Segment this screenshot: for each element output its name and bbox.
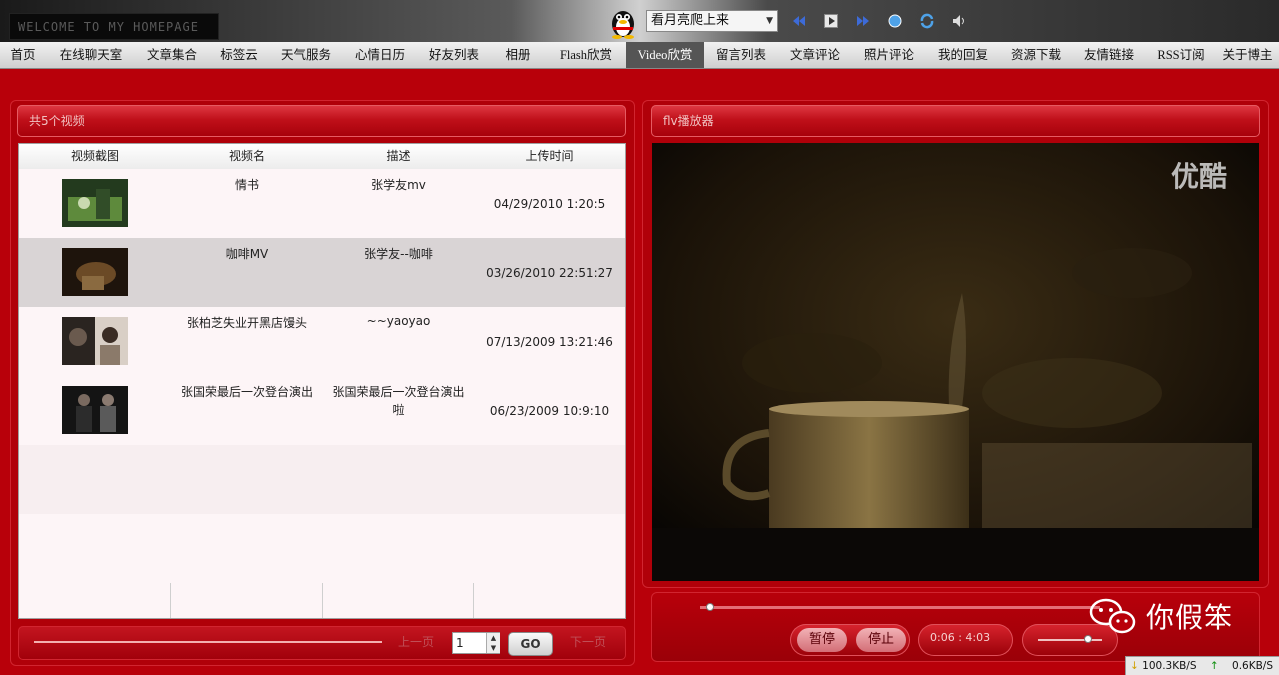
wechat-icon [1089,598,1136,634]
video-upload-time: 03/26/2010 22:51:27 [486,266,613,280]
video-table: 视频截图 视频名 描述 上传时间 情书 张学友mv 04/29/2010 1:2… [18,143,626,619]
next-page-link[interactable]: 下一页 [570,633,606,650]
repeat-icon[interactable] [918,12,936,30]
video-thumbnail[interactable] [62,248,128,296]
upload-speed: 0.6KB/S [1232,660,1274,672]
time-display: 0:06 : 4:03 [930,631,991,644]
qq-penguin-icon[interactable] [608,5,638,39]
volume-icon[interactable] [950,12,968,30]
play-icon[interactable] [822,12,840,30]
volume-handle[interactable] [1084,635,1092,643]
main-nav: 首页 在线聊天室 文章集合 标签云 天气服务 心情日历 好友列表 相册 Flas… [0,42,1279,69]
page-stepper[interactable]: ▲ ▼ [486,633,500,653]
song-select-value: 看月亮爬上来 [651,13,730,28]
record-icon[interactable] [886,12,904,30]
video-desc: ~~yaoyao [366,314,431,328]
top-bar: WELCOME TO MY HOMEPAGE 看月亮爬上来 ▼ [0,0,1279,42]
download-speed: 100.3KB/S [1142,660,1197,672]
nav-item-home[interactable]: 首页 [0,42,46,68]
video-desc: 张学友mv [371,178,426,192]
volume-track[interactable] [1038,639,1102,641]
nav-item-about[interactable]: 关于博主 [1216,42,1279,68]
nav-item-links[interactable]: 友情链接 [1072,42,1146,68]
video-upload-time: 04/29/2010 1:20:5 [493,197,606,211]
nav-item-chat[interactable]: 在线聊天室 [46,42,136,68]
video-frame [652,143,1259,581]
youku-watermark: 优酷 [1170,160,1227,193]
nav-item-downloads[interactable]: 资源下载 [1000,42,1072,68]
video-name[interactable]: 张国荣最后一次登台演出 [171,376,323,445]
col-header-thumbnail[interactable]: 视频截图 [19,144,171,169]
go-button[interactable]: GO [508,632,553,656]
nav-item-mood[interactable]: 心情日历 [342,42,418,68]
video-desc: 张国荣最后一次登台演出啦 [332,385,465,417]
nav-item-replies[interactable]: 我的回复 [926,42,1000,68]
nav-item-article-comments[interactable]: 文章评论 [778,42,852,68]
video-upload-time: 07/13/2009 13:21:46 [486,335,613,349]
video-name[interactable]: 张柏芝失业开黑店馒头 [171,307,323,376]
welcome-banner: WELCOME TO MY HOMEPAGE [9,13,219,40]
progress-handle[interactable] [706,603,714,611]
col-header-desc[interactable]: 描述 [323,144,474,169]
prev-page-link[interactable]: 上一页 [398,633,434,650]
nav-item-photo-comments[interactable]: 照片评论 [852,42,926,68]
table-row[interactable]: 张柏芝失业开黑店馒头 ~~yaoyao 07/13/2009 13:21:46 [19,307,625,376]
song-select[interactable]: 看月亮爬上来 ▼ [646,10,778,32]
video-list-title: 共5个视频 [17,105,626,137]
table-row-empty [19,514,625,583]
nav-item-messages[interactable]: 留言列表 [704,42,778,68]
nav-item-flash[interactable]: Flash欣赏 [546,42,626,68]
chevron-down-icon: ▼ [766,16,773,26]
pager-divider [34,641,382,643]
video-name[interactable]: 咖啡MV [171,238,323,307]
nav-item-album[interactable]: 相册 [490,42,546,68]
next-icon[interactable] [854,12,872,30]
network-status: ↓ 100.3KB/S ↑ 0.6KB/S [1125,656,1279,675]
player-title: flv播放器 [651,105,1260,137]
overlay-watermark: 你假笨 [1088,596,1233,636]
download-arrow-icon: ↓ [1130,660,1139,672]
upload-arrow-icon: ↑ [1209,660,1219,672]
video-screen[interactable]: 优酷 [652,143,1259,581]
table-row[interactable]: 情书 张学友mv 04/29/2010 1:20:5 [19,169,625,238]
table-row[interactable]: 张国荣最后一次登台演出 张国荣最后一次登台演出啦 06/23/2009 10:9… [19,376,625,445]
pause-button[interactable]: 暂停 [797,628,847,652]
col-header-time[interactable]: 上传时间 [474,144,625,169]
nav-item-video[interactable]: Video欣赏 [626,42,704,68]
video-name[interactable]: 情书 [171,169,323,238]
video-thumbnail[interactable] [62,386,128,434]
col-header-name[interactable]: 视频名 [171,144,323,169]
progress-track[interactable] [700,606,1100,609]
video-desc: 张学友--咖啡 [364,247,433,261]
nav-item-articles[interactable]: 文章集合 [136,42,208,68]
nav-item-friends[interactable]: 好友列表 [418,42,490,68]
video-upload-time: 06/23/2009 10:9:10 [489,404,610,418]
table-header: 视频截图 视频名 描述 上传时间 [19,144,625,170]
table-row-empty [19,445,625,514]
previous-icon[interactable] [790,12,808,30]
nav-item-tags[interactable]: 标签云 [208,42,270,68]
stop-button[interactable]: 停止 [856,628,906,652]
nav-item-weather[interactable]: 天气服务 [270,42,342,68]
video-thumbnail[interactable] [62,317,128,365]
table-row[interactable]: 咖啡MV 张学友--咖啡 03/26/2010 22:51:27 [19,238,625,307]
video-thumbnail[interactable] [62,179,128,227]
watermark-text: 你假笨 [1146,601,1234,634]
nav-item-rss[interactable]: RSS订阅 [1146,42,1216,68]
